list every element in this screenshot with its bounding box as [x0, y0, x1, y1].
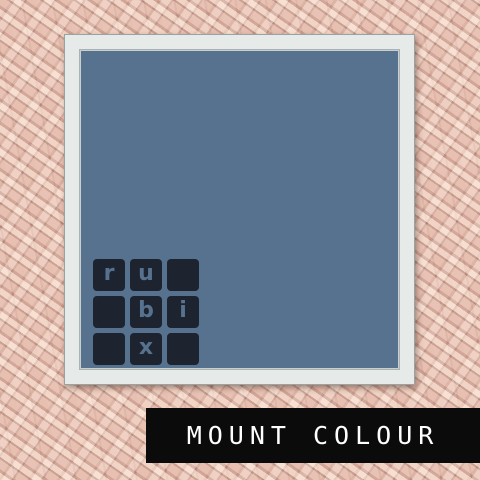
logo-tile: i [167, 296, 199, 328]
logo-tile [93, 296, 125, 328]
logo-tile [167, 259, 199, 291]
logo-tile: r [93, 259, 125, 291]
caption-text: MOUNT COLOUR [186, 421, 440, 450]
logo-tile [93, 333, 125, 365]
logo-tile: x [130, 333, 162, 365]
picture-frame: r u b i x [64, 34, 415, 385]
caption-label: MOUNT COLOUR [146, 408, 480, 463]
logo-tile [167, 333, 199, 365]
rubix-logo: r u b i x [93, 259, 199, 365]
logo-tile: b [130, 296, 162, 328]
logo-tile: u [130, 259, 162, 291]
